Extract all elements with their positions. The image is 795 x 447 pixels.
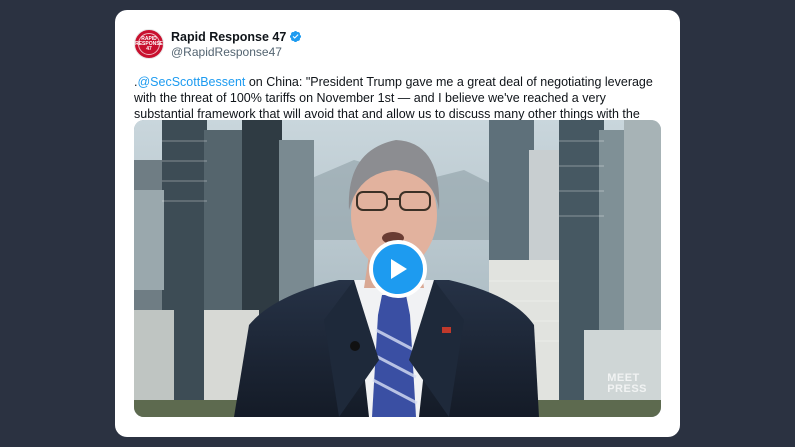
- mention-link[interactable]: @SecScottBessent: [137, 75, 245, 89]
- play-icon: [391, 259, 407, 279]
- video-player[interactable]: MEET PRESS: [134, 120, 661, 417]
- tweet-header: RAPID RESPONSE 47 Rapid Response 47 @Rap…: [134, 26, 661, 62]
- name-row: Rapid Response 47: [171, 30, 302, 44]
- watermark-line2: PRESS: [607, 383, 647, 395]
- author-info: Rapid Response 47 @RapidResponse47: [171, 30, 302, 59]
- avatar-text: RAPID RESPONSE 47: [135, 33, 163, 55]
- display-name[interactable]: Rapid Response 47: [171, 30, 286, 44]
- avatar[interactable]: RAPID RESPONSE 47: [134, 29, 164, 59]
- handle[interactable]: @RapidResponse47: [171, 45, 302, 59]
- play-button[interactable]: [369, 240, 427, 298]
- network-watermark: MEET PRESS: [607, 373, 647, 395]
- tweet-card[interactable]: RAPID RESPONSE 47 Rapid Response 47 @Rap…: [115, 10, 680, 437]
- verified-badge-icon: [290, 30, 302, 43]
